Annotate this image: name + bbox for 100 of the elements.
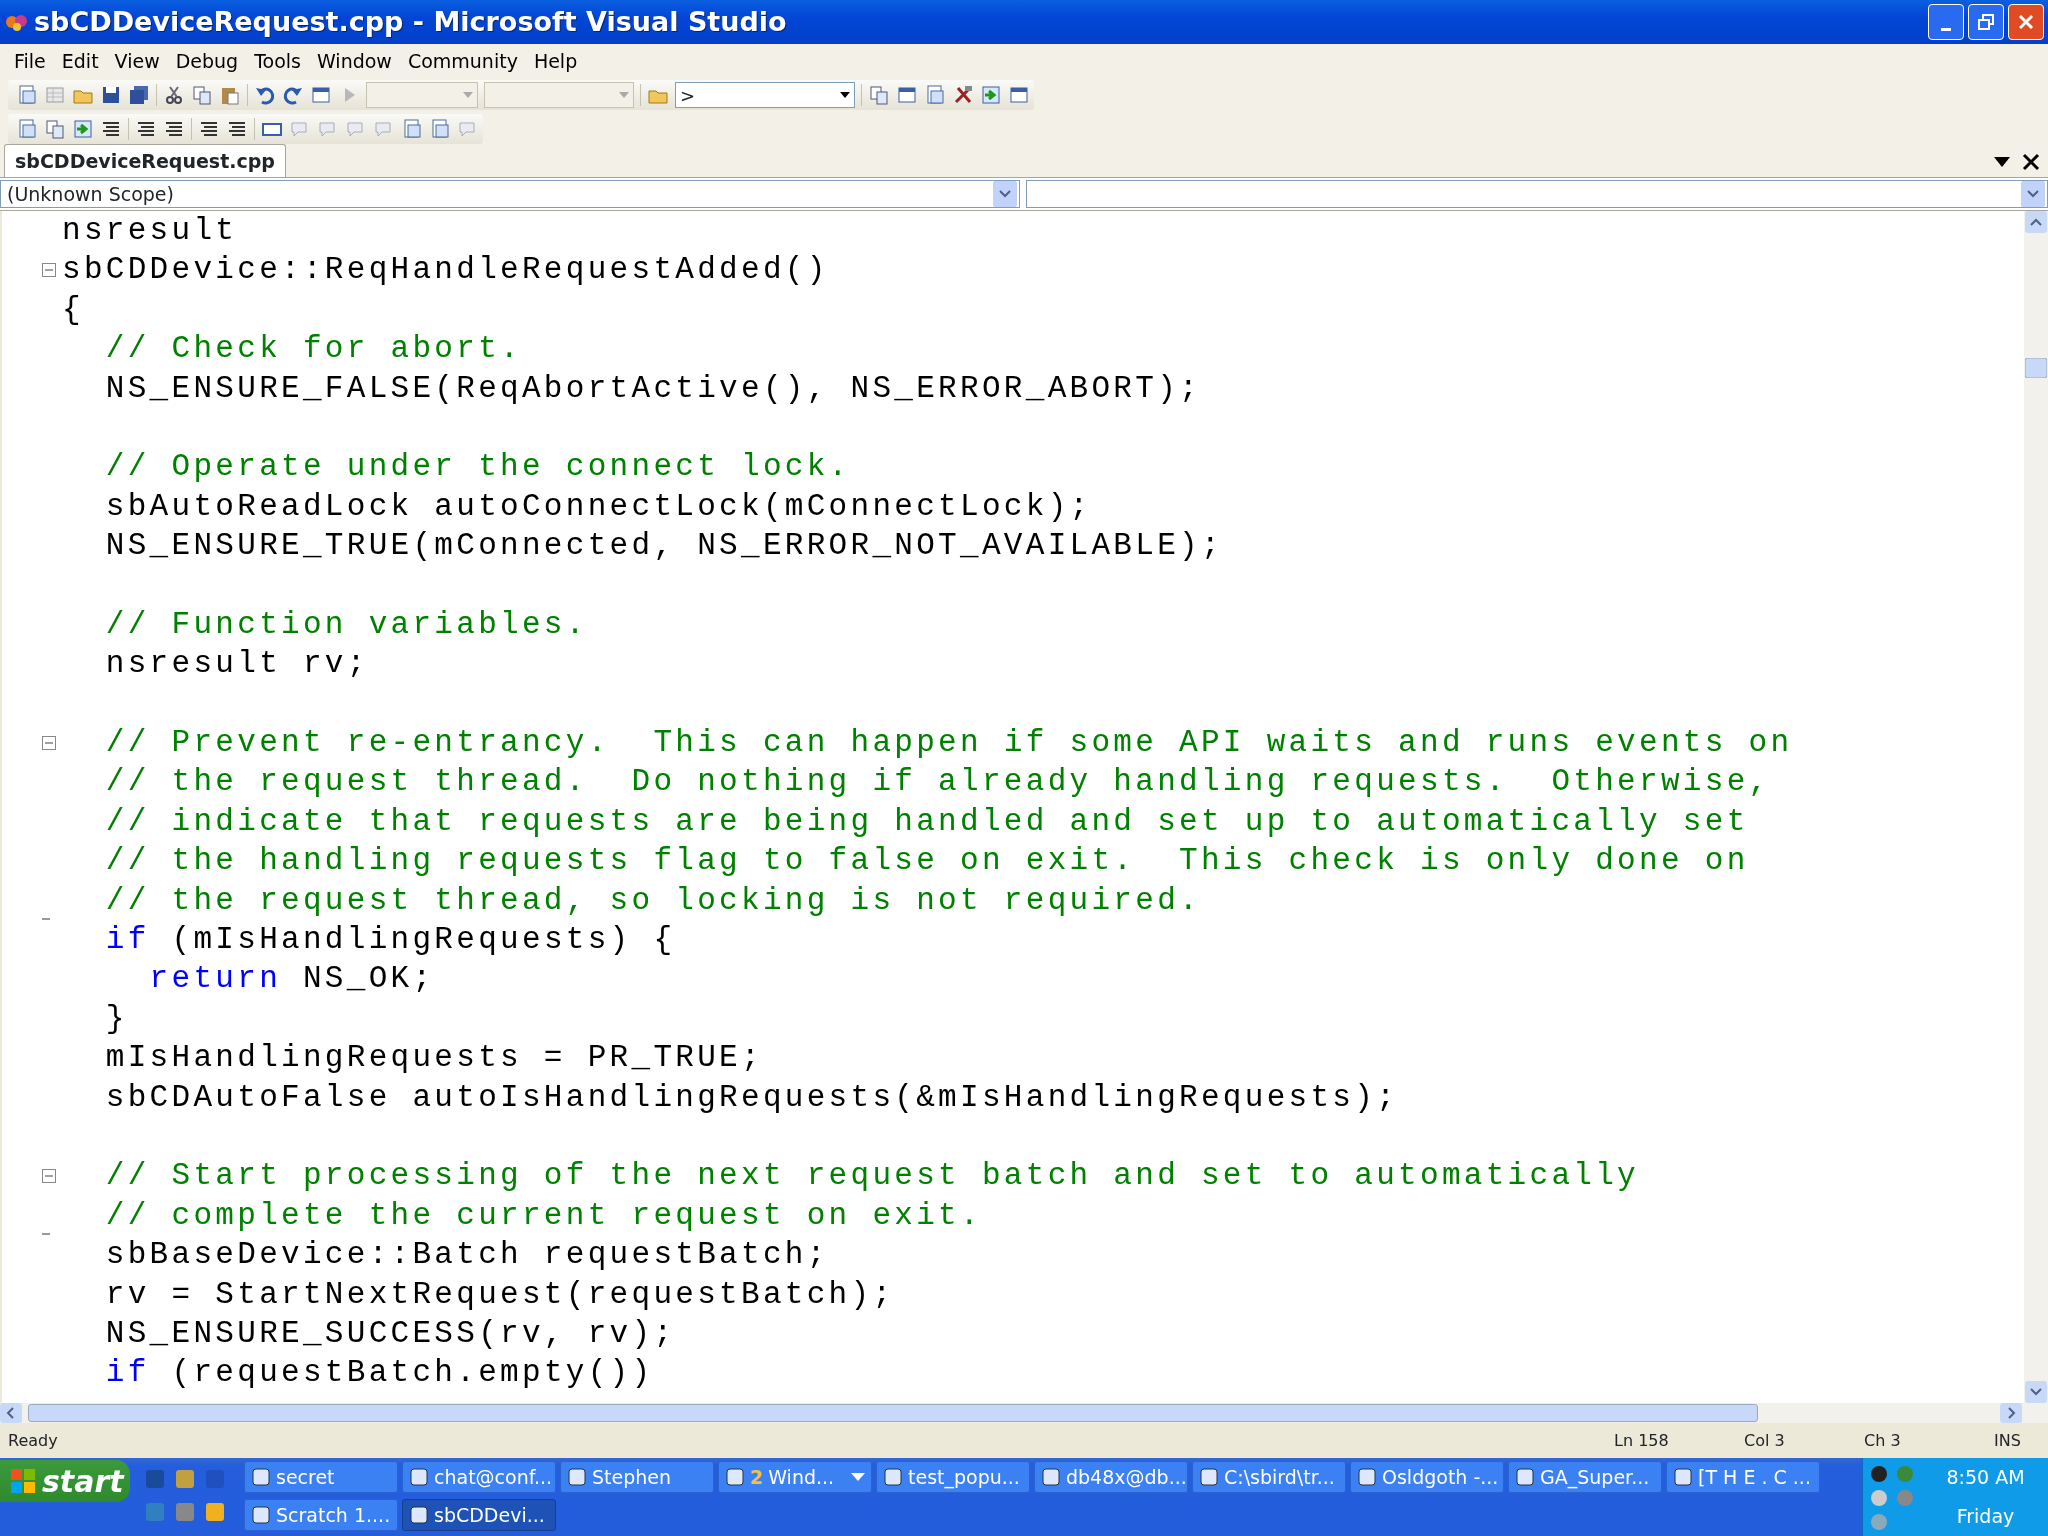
- windows-flag-icon: [10, 1468, 36, 1494]
- scope-value: (Unknown Scope): [7, 181, 174, 207]
- taskbar-button[interactable]: Scratch 1....: [244, 1499, 398, 1531]
- restore-button[interactable]: [1968, 4, 2004, 40]
- tools-icon[interactable]: [952, 84, 974, 106]
- code-text: sbCDDevice::ReqHandleRequestAdded(): [62, 252, 829, 288]
- minimize-icon: [1941, 28, 1951, 31]
- taskbar-button[interactable]: C:\sbird\tr...: [1192, 1461, 1346, 1493]
- collapse-icon[interactable]: [42, 735, 56, 750]
- properties-icon[interactable]: [896, 84, 918, 106]
- taskbar-button[interactable]: db48x@db...: [1034, 1461, 1188, 1493]
- code-text: (mIsHandlingRequests) {: [170, 922, 676, 958]
- scroll-down-button[interactable]: [2025, 1381, 2047, 1403]
- code-text: rv = StartNextRequest(requestBatch);: [104, 1276, 895, 1312]
- taskbar-button[interactable]: sbCDDevi...: [402, 1499, 556, 1531]
- code-text: NS_ENSURE_TRUE(mConnected, NS_ERROR_NOT_AVAILABLE);: [104, 528, 1223, 564]
- start-button[interactable]: start: [0, 1460, 130, 1502]
- code-text: NS_ENSURE_FALSE(ReqAbortActive(), NS_ERROR_ABORT);: [104, 370, 1201, 406]
- code-comment: // Function variables.: [104, 606, 588, 642]
- dropdown-arrow-icon: [840, 92, 850, 98]
- clock-day: Friday: [1956, 1502, 2015, 1531]
- menu-item[interactable]: File: [6, 46, 54, 76]
- copy-icon[interactable]: [191, 84, 213, 106]
- code-text: NS_ENSURE_SUCCESS(rv, rv);: [104, 1315, 676, 1351]
- save-icon[interactable]: [100, 84, 122, 106]
- menu-item[interactable]: Window: [309, 46, 400, 76]
- navigate-icon[interactable]: [310, 84, 332, 106]
- parameters-icon[interactable]: [44, 118, 66, 140]
- code-text: {: [62, 291, 84, 327]
- taskbar-button[interactable]: Stephen: [560, 1461, 714, 1493]
- dropdown-arrow-icon[interactable]: [1994, 157, 2010, 167]
- save-all-icon[interactable]: [128, 84, 150, 106]
- column-number: Col 3: [1744, 1429, 1786, 1452]
- menu-item[interactable]: Tools: [246, 46, 309, 76]
- window-icon: [409, 1505, 429, 1525]
- object-browser-icon[interactable]: [924, 84, 946, 106]
- taskbar-button[interactable]: [T H E . C ...: [1666, 1461, 1820, 1493]
- members-icon[interactable]: [16, 118, 38, 140]
- code-comment: // indicate that requests are being handled and set up to automatically set: [104, 803, 1749, 839]
- code-text: }: [104, 1000, 128, 1036]
- next-document-bookmark-icon[interactable]: [429, 118, 451, 140]
- code-comment: // the handling requests flag to false on exit. This check is only done on: [104, 843, 1749, 879]
- chevron-down-icon: [2027, 190, 2039, 198]
- taskbar-button[interactable]: 2 Wind...: [718, 1461, 872, 1493]
- window-icon: [1041, 1467, 1061, 1487]
- dropdown-arrow-icon: [463, 92, 473, 98]
- code-keyword: if: [104, 922, 150, 958]
- dropdown-arrow-icon: [851, 1473, 865, 1481]
- menu-item[interactable]: Debug: [167, 46, 247, 76]
- scroll-left-button[interactable]: [0, 1403, 22, 1423]
- solution-explorer-icon[interactable]: [868, 84, 890, 106]
- window-icon: [1357, 1467, 1377, 1487]
- collapse-icon[interactable]: [42, 263, 56, 278]
- close-icon[interactable]: [2022, 153, 2040, 171]
- taskbar-button[interactable]: Osldgoth -...: [1350, 1461, 1504, 1493]
- scope-dropdown[interactable]: (Unknown Scope): [0, 180, 1020, 208]
- document-tab[interactable]: sbCDDeviceRequest.cpp: [4, 143, 286, 177]
- close-button[interactable]: [2008, 4, 2044, 40]
- code-text: NS_OK;: [301, 961, 435, 997]
- code-comment: // Start processing of the next request batch and set to automatically: [104, 1158, 1640, 1194]
- scroll-right-button[interactable]: [2000, 1403, 2022, 1423]
- code-text: (requestBatch.empty()): [170, 1355, 654, 1391]
- group-count: 2: [750, 1464, 764, 1490]
- close-icon: [2017, 13, 2035, 31]
- taskbar-button[interactable]: chat@conf...: [402, 1461, 556, 1493]
- line-number: Ln 158: [1614, 1429, 1670, 1452]
- collapse-icon[interactable]: [42, 1169, 56, 1184]
- find-field[interactable]: >: [675, 82, 855, 108]
- app-icon[interactable]: [174, 1468, 196, 1490]
- window-title: sbCDDeviceRequest.cpp - Microsoft Visual Studio: [34, 4, 787, 39]
- window-icon: [725, 1467, 745, 1487]
- quick-info-icon[interactable]: [72, 118, 94, 140]
- menu-item[interactable]: Help: [525, 46, 586, 76]
- clock-time: 8:50 AM: [1946, 1465, 2025, 1491]
- code-comment: // complete the current request on exit.: [104, 1197, 982, 1233]
- taskbar-button[interactable]: secret: [244, 1461, 398, 1493]
- tray-icon[interactable]: [1869, 1464, 1889, 1484]
- new-project-icon[interactable]: [16, 84, 38, 106]
- window-icon: [1673, 1467, 1693, 1487]
- menu-item[interactable]: Community: [399, 46, 526, 76]
- code-keyword: return: [148, 961, 282, 997]
- scroll-up-button[interactable]: [2025, 211, 2047, 233]
- code-comment: // the request thread, so locking is not required.: [104, 882, 1201, 918]
- start-page-icon[interactable]: [980, 84, 1002, 106]
- cut-icon[interactable]: [163, 84, 185, 106]
- menu-item[interactable]: Edit: [53, 46, 107, 76]
- taskbar-button[interactable]: GA_Super...: [1508, 1461, 1662, 1493]
- window-icon: [567, 1467, 587, 1487]
- restore-icon: [1977, 13, 1995, 31]
- taskbar-button[interactable]: test_popu...: [876, 1461, 1030, 1493]
- minimize-button[interactable]: [1928, 4, 1964, 40]
- window-icon: [1515, 1467, 1535, 1487]
- code-text: mIsHandlingRequests = PR_TRUE;: [104, 1040, 763, 1076]
- code-text: nsresult rv;: [104, 646, 369, 682]
- command-window-icon[interactable]: [1008, 84, 1030, 106]
- previous-document-bookmark-icon[interactable]: [401, 118, 423, 140]
- app-icon[interactable]: [204, 1501, 226, 1523]
- code-comment: // Operate under the connect lock.: [104, 449, 851, 485]
- chevron-down-icon: [999, 190, 1011, 198]
- menu-item[interactable]: View: [106, 46, 168, 76]
